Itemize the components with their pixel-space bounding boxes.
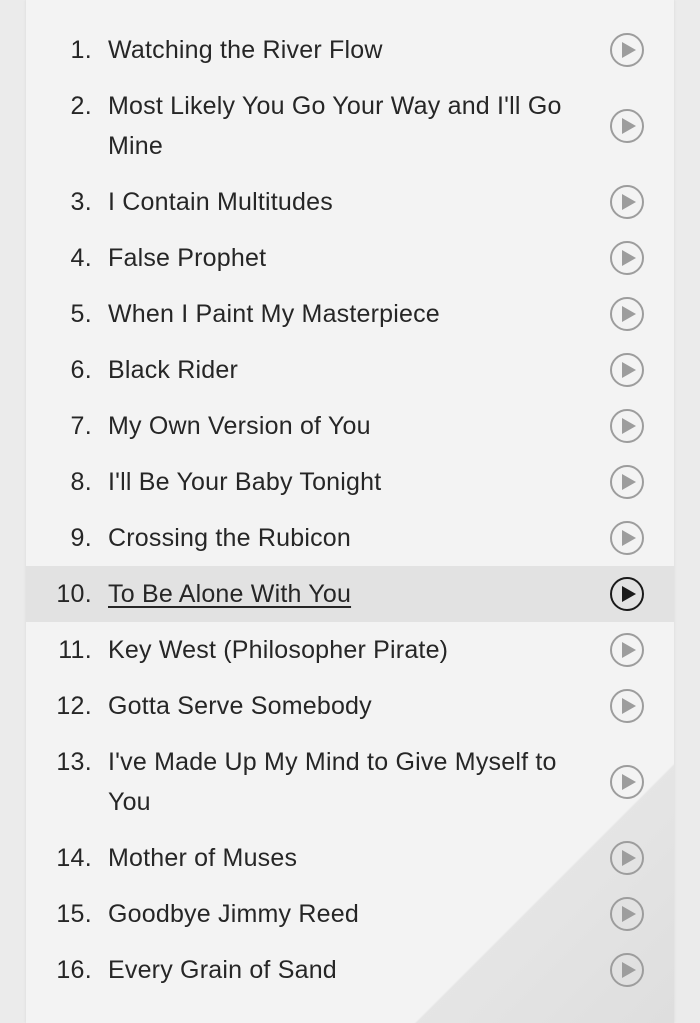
track-number: 3. [70, 188, 92, 216]
track-number: 9. [70, 524, 92, 552]
play-icon[interactable] [610, 689, 644, 723]
play-icon[interactable] [610, 577, 644, 611]
track-number: 2. [70, 92, 92, 120]
track-title[interactable]: Most Likely You Go Your Way and I'll Go … [108, 78, 578, 174]
play-icon[interactable] [610, 297, 644, 331]
track-row[interactable]: 14. Mother of Muses [26, 830, 674, 886]
track-row[interactable]: 4. False Prophet [26, 230, 674, 286]
play-icon[interactable] [610, 953, 644, 987]
play-icon[interactable] [610, 33, 644, 67]
track-number: 5. [70, 300, 92, 328]
track-number: 1. [70, 36, 92, 64]
track-row[interactable]: 6. Black Rider [26, 342, 674, 398]
track-number: 10. [56, 580, 92, 608]
track-number: 8. [70, 468, 92, 496]
play-icon[interactable] [610, 185, 644, 219]
play-icon[interactable] [610, 521, 644, 555]
track-row[interactable]: 1. Watching the River Flow [26, 22, 674, 78]
track-row-active[interactable]: 10. To Be Alone With You [26, 566, 674, 622]
track-row[interactable]: 12. Gotta Serve Somebody [26, 678, 674, 734]
track-row[interactable]: 3. I Contain Multitudes [26, 174, 674, 230]
track-title[interactable]: Black Rider [108, 342, 578, 398]
track-title[interactable]: I've Made Up My Mind to Give Myself to Y… [108, 734, 578, 830]
track-title[interactable]: Goodbye Jimmy Reed [108, 886, 578, 942]
track-number: 14. [56, 844, 92, 872]
track-title[interactable]: My Own Version of You [108, 398, 578, 454]
play-icon[interactable] [610, 409, 644, 443]
track-row[interactable]: 2. Most Likely You Go Your Way and I'll … [26, 78, 674, 174]
track-row[interactable]: 13. I've Made Up My Mind to Give Myself … [26, 734, 674, 830]
track-title[interactable]: False Prophet [108, 230, 578, 286]
play-icon[interactable] [610, 897, 644, 931]
track-number: 12. [56, 692, 92, 720]
track-list: 1. Watching the River Flow 2. Most Likel… [26, 22, 674, 998]
track-title[interactable]: Every Grain of Sand [108, 942, 578, 998]
track-row[interactable]: 8. I'll Be Your Baby Tonight [26, 454, 674, 510]
track-title[interactable]: Crossing the Rubicon [108, 510, 578, 566]
track-number: 4. [70, 244, 92, 272]
track-row[interactable]: 9. Crossing the Rubicon [26, 510, 674, 566]
track-number: 16. [56, 956, 92, 984]
track-row[interactable]: 16. Every Grain of Sand [26, 942, 674, 998]
track-number: 6. [70, 356, 92, 384]
track-row[interactable]: 15. Goodbye Jimmy Reed [26, 886, 674, 942]
track-title[interactable]: Mother of Muses [108, 830, 578, 886]
play-icon[interactable] [610, 633, 644, 667]
track-number: 13. [56, 748, 92, 776]
track-title[interactable]: I Contain Multitudes [108, 174, 578, 230]
track-title[interactable]: Gotta Serve Somebody [108, 678, 578, 734]
play-icon[interactable] [610, 765, 644, 799]
track-title[interactable]: Key West (Philosopher Pirate) [108, 622, 578, 678]
track-row[interactable]: 5. When I Paint My Masterpiece [26, 286, 674, 342]
track-row[interactable]: 7. My Own Version of You [26, 398, 674, 454]
play-icon[interactable] [610, 241, 644, 275]
track-title-link[interactable]: To Be Alone With You [108, 566, 578, 622]
track-row[interactable]: 11. Key West (Philosopher Pirate) [26, 622, 674, 678]
track-number: 15. [56, 900, 92, 928]
track-title[interactable]: When I Paint My Masterpiece [108, 286, 578, 342]
play-icon[interactable] [610, 353, 644, 387]
play-icon[interactable] [610, 109, 644, 143]
play-icon[interactable] [610, 465, 644, 499]
track-title[interactable]: Watching the River Flow [108, 22, 578, 78]
play-icon[interactable] [610, 841, 644, 875]
track-number: 11. [58, 636, 92, 664]
track-number: 7. [70, 412, 92, 440]
track-title[interactable]: I'll Be Your Baby Tonight [108, 454, 578, 510]
